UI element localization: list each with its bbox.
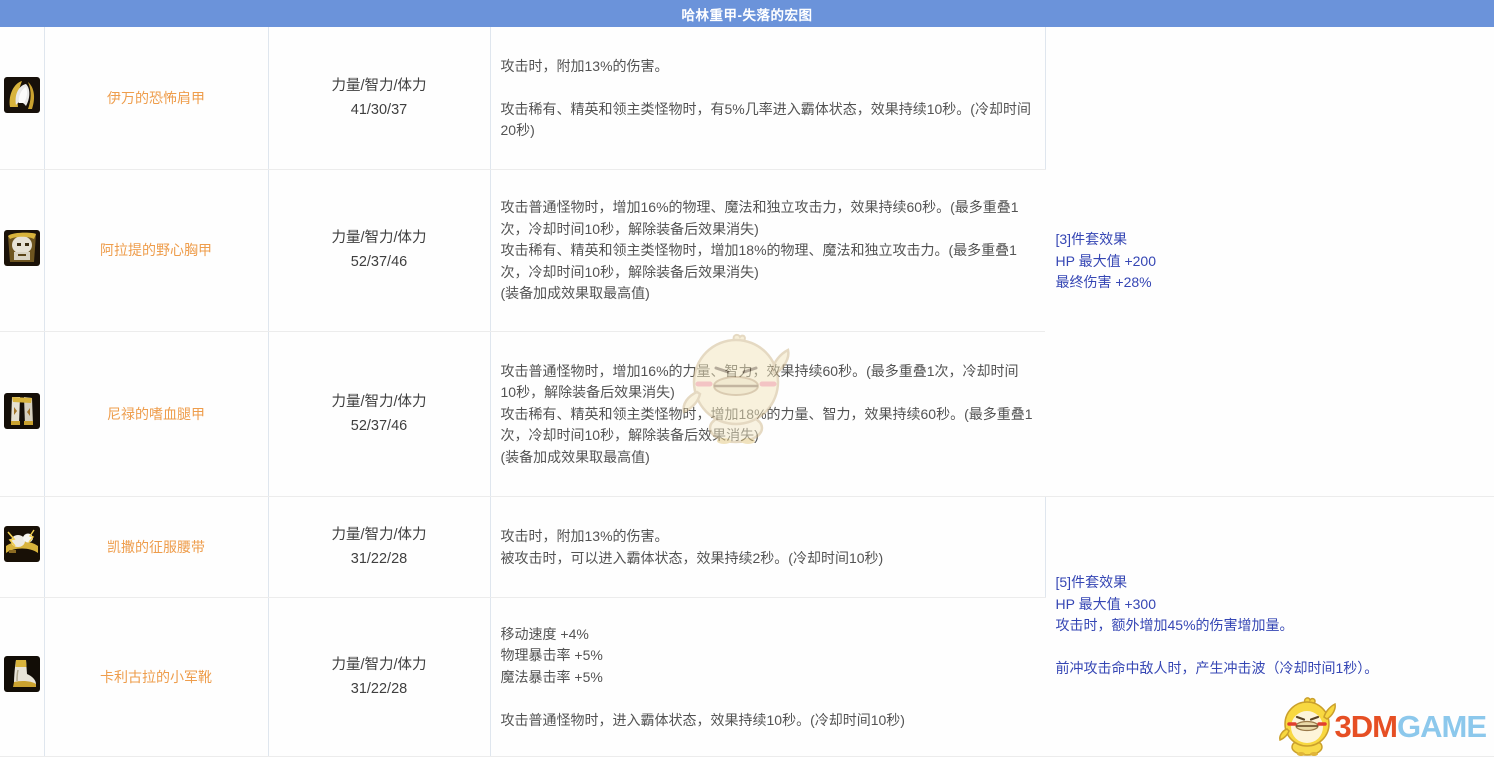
item-icon-cell	[0, 496, 44, 597]
item-name: 凯撒的征服腰带	[44, 496, 268, 597]
item-stats: 力量/智力/体力 52/37/46	[268, 331, 490, 496]
stats-value: 52/37/46	[351, 418, 407, 434]
stats-value: 41/30/37	[351, 102, 407, 118]
item-description: 攻击时，附加13%的伤害。 被攻击时，可以进入霸体状态，效果持续2秒。(冷却时间…	[490, 496, 1045, 597]
item-stats: 力量/智力/体力 52/37/46	[268, 169, 490, 331]
equipment-table: 伊万的恐怖肩甲 力量/智力/体力 41/30/37 攻击时，附加13%的伤害。 攻…	[0, 27, 1494, 757]
stats-label: 力量/智力/体力	[331, 394, 426, 410]
item-description: 移动速度 +4% 物理暴击率 +5% 魔法暴击率 +5% 攻击普通怪物时，进入霸…	[490, 597, 1045, 756]
chest-armor-icon	[4, 230, 40, 266]
stats-label: 力量/智力/体力	[331, 657, 426, 673]
item-stats: 力量/智力/体力 31/22/28	[268, 597, 490, 756]
site-logo: 3DMGAME	[1277, 697, 1486, 757]
item-name: 伊万的恐怖肩甲	[44, 27, 268, 169]
item-stats: 力量/智力/体力 41/30/37	[268, 27, 490, 169]
item-name: 卡利古拉的小军靴	[44, 597, 268, 756]
table-row: 伊万的恐怖肩甲 力量/智力/体力 41/30/37 攻击时，附加13%的伤害。 攻…	[0, 27, 1494, 169]
leg-armor-icon	[4, 393, 40, 429]
stats-label: 力量/智力/体力	[331, 78, 426, 94]
stats-label: 力量/智力/体力	[331, 527, 426, 543]
page-title-bar: 哈林重甲-失落的宏图	[0, 0, 1494, 27]
stats-label: 力量/智力/体力	[331, 230, 426, 246]
item-icon-cell	[0, 597, 44, 756]
logo-text-3dm: 3DM	[1335, 709, 1397, 744]
item-description: 攻击普通怪物时，增加16%的力量、智力，效果持续60秒。(最多重叠1次，冷却时间…	[490, 331, 1045, 496]
set-title: 哈林重甲-失落的宏图	[682, 4, 813, 24]
item-icon-cell	[0, 169, 44, 331]
item-name: 阿拉提的野心胸甲	[44, 169, 268, 331]
item-icon-cell	[0, 27, 44, 169]
stats-value: 31/22/28	[351, 551, 407, 567]
chick-mascot-logo-icon	[1277, 697, 1341, 757]
item-icon-cell	[0, 331, 44, 496]
item-stats: 力量/智力/体力 31/22/28	[268, 496, 490, 597]
logo-text: 3DMGAME	[1335, 697, 1486, 757]
stats-value: 52/37/46	[351, 254, 407, 270]
belt-icon	[4, 526, 40, 562]
boots-icon	[4, 656, 40, 692]
shoulder-armor-icon	[4, 77, 40, 113]
logo-text-game: GAME	[1397, 709, 1486, 744]
table-row: 凯撒的征服腰带 力量/智力/体力 31/22/28 攻击时，附加13%的伤害。 被…	[0, 496, 1494, 597]
item-description: 攻击时，附加13%的伤害。 攻击稀有、精英和领主类怪物时，有5%几率进入霸体状态…	[490, 27, 1045, 169]
item-name: 尼禄的嗜血腿甲	[44, 331, 268, 496]
set-effect-3pc: [3]件套效果 HP 最大值 +200 最终伤害 +28%	[1045, 27, 1494, 496]
item-description: 攻击普通怪物时，增加16%的物理、魔法和独立攻击力，效果持续60秒。(最多重叠1…	[490, 169, 1045, 331]
stats-value: 31/22/28	[351, 681, 407, 697]
